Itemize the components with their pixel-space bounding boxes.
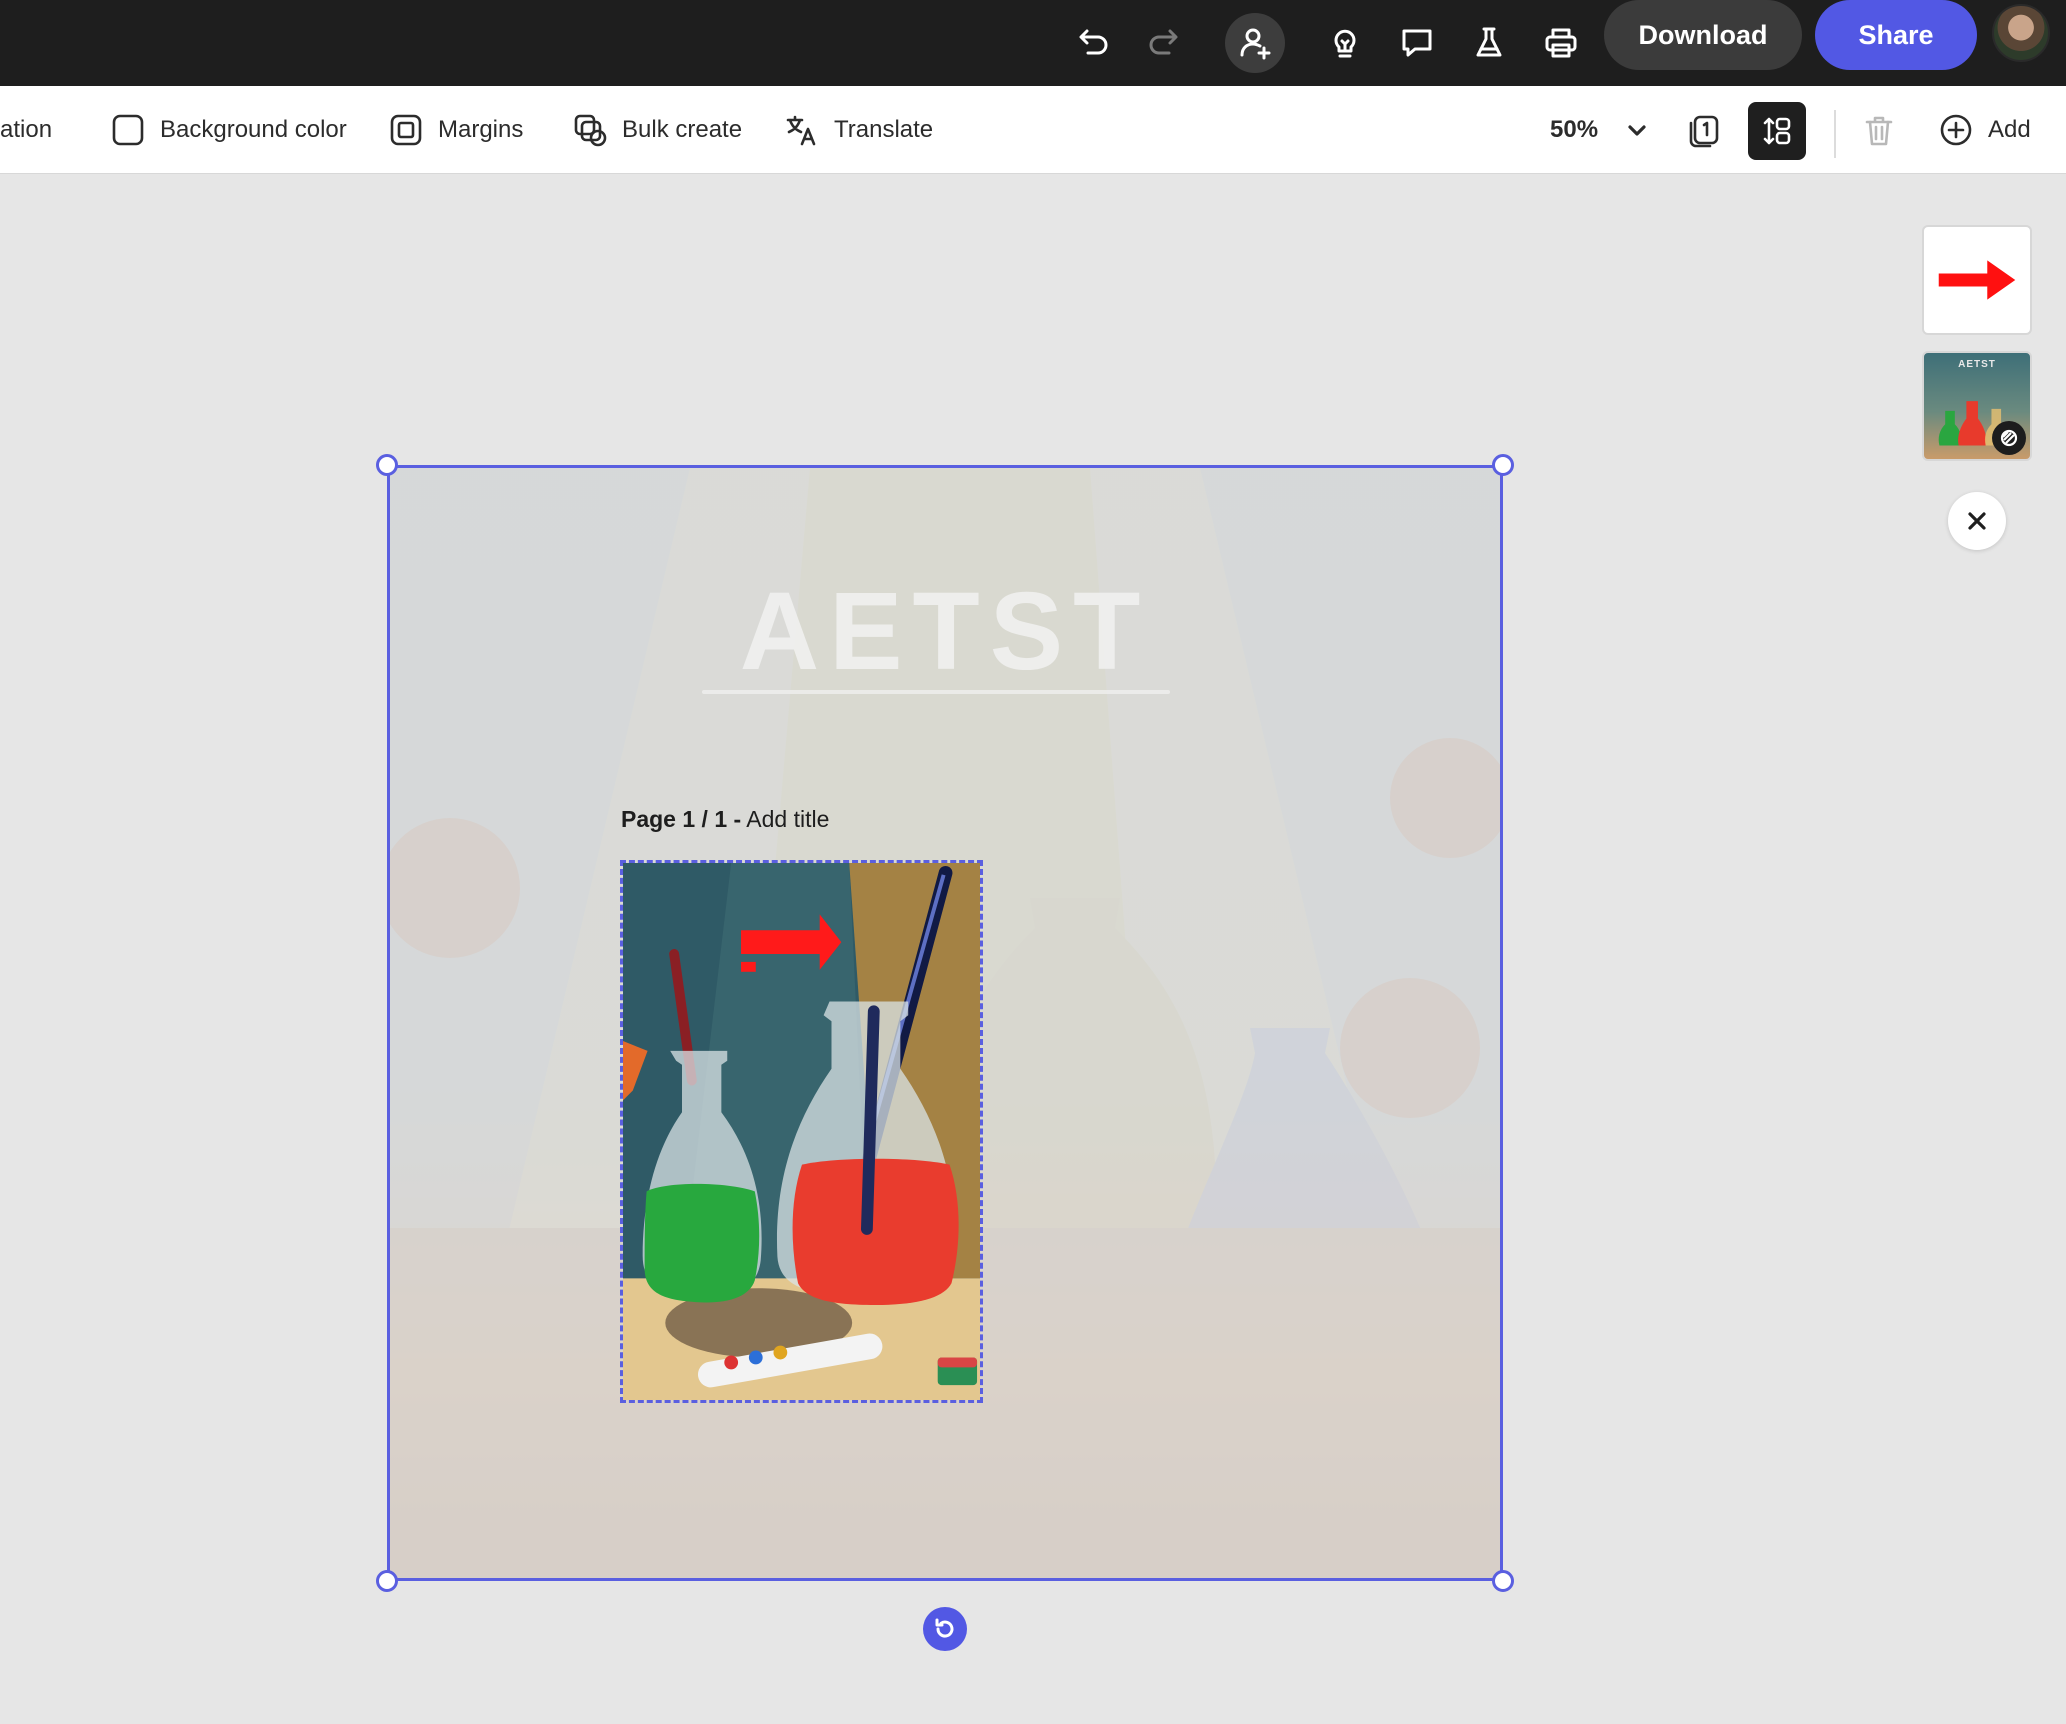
page-number: Page 1 / 1 - <box>621 806 742 832</box>
editor-toolbar: ation Background color Margins Bulk crea… <box>0 86 2066 174</box>
share-button[interactable]: Share <box>1815 0 1977 70</box>
color-swatch-icon <box>112 114 144 146</box>
element-thumbnail-arrow[interactable] <box>1922 225 2032 335</box>
delete-button[interactable] <box>1850 102 1908 160</box>
ideas-icon[interactable] <box>1315 13 1375 73</box>
print-icon[interactable] <box>1531 13 1591 73</box>
zoom-dropdown[interactable]: 50% <box>1550 86 1650 174</box>
translate-icon <box>786 115 816 146</box>
toolbar-divider <box>1834 110 1836 158</box>
rotate-button[interactable] <box>923 1607 967 1651</box>
margins-icon <box>390 114 422 146</box>
add-page-button[interactable]: Add <box>1938 86 2031 174</box>
resize-handle-bottom-right[interactable] <box>1492 1570 1514 1592</box>
trash-icon <box>1865 116 1893 146</box>
background-title-underline <box>702 690 1170 694</box>
flask-icon[interactable] <box>1459 13 1519 73</box>
animation-label: ation <box>0 116 53 143</box>
avatar[interactable] <box>1992 4 2050 62</box>
pages-icon <box>1689 115 1719 148</box>
reorder-icon <box>1763 117 1791 145</box>
resize-handle-top-right[interactable] <box>1492 454 1514 476</box>
chevron-down-icon <box>1628 125 1646 136</box>
resize-handle-top-left[interactable] <box>376 454 398 476</box>
page-title-placeholder: Add title <box>741 806 830 832</box>
plus-circle-icon <box>1940 114 1972 146</box>
close-panel-button[interactable] <box>1948 492 2006 550</box>
animation-tool[interactable]: ation <box>0 86 52 174</box>
resize-handle-bottom-left[interactable] <box>376 1570 398 1592</box>
reorder-pages-button[interactable] <box>1748 102 1806 160</box>
background-color-label: Background color <box>160 116 347 143</box>
margins-label: Margins <box>438 116 524 143</box>
bulk-create-label: Bulk create <box>622 116 743 143</box>
hidden-icon <box>2000 429 2018 447</box>
hidden-badge <box>1992 421 2026 455</box>
translate-tool[interactable]: Translate <box>784 86 933 174</box>
undo-icon[interactable] <box>1062 13 1122 73</box>
download-button[interactable]: Download <box>1604 0 1802 70</box>
add-label: Add <box>1988 116 2031 143</box>
comment-icon[interactable] <box>1387 13 1447 73</box>
invite-icon[interactable] <box>1225 13 1285 73</box>
redo-icon[interactable] <box>1135 13 1195 73</box>
page-thumbnail-1[interactable]: AETST <box>1922 351 2032 461</box>
bulk-create-icon <box>574 114 607 147</box>
page-label[interactable]: Page 1 / 1 - Add title <box>621 806 829 833</box>
page-count-button[interactable] <box>1675 102 1733 160</box>
close-icon <box>1968 512 1986 530</box>
flasks-illustration <box>623 863 980 1400</box>
bulk-create-tool[interactable]: Bulk create <box>572 86 742 174</box>
margins-tool[interactable]: Margins <box>388 86 523 174</box>
selected-image[interactable] <box>620 860 983 1403</box>
red-arrow-icon <box>1938 260 2016 300</box>
rotate-icon <box>935 1618 954 1638</box>
zoom-value: 50% <box>1550 116 1599 143</box>
top-bar: Download Share <box>0 0 2066 86</box>
background-title: AETST <box>739 570 1151 693</box>
background-color-tool[interactable]: Background color <box>110 86 347 174</box>
translate-label: Translate <box>834 116 934 143</box>
